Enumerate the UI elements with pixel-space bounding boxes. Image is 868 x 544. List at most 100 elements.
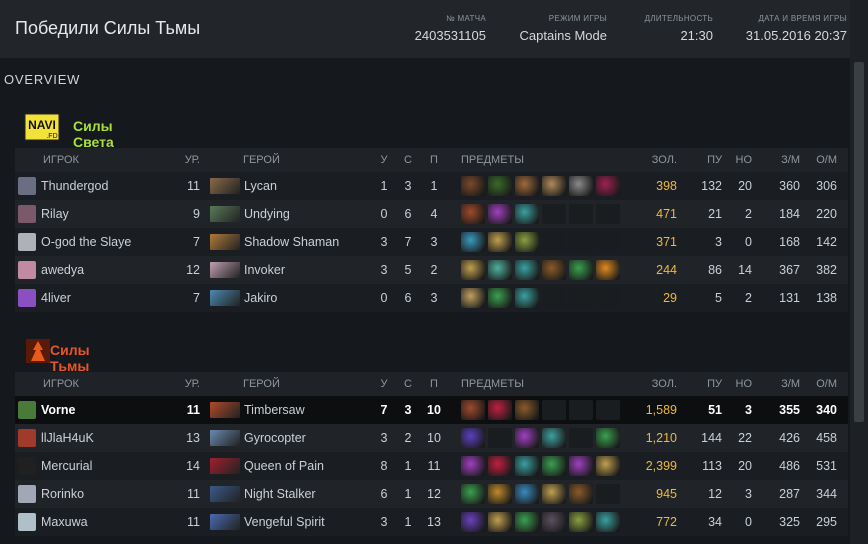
item-icon[interactable]: [515, 456, 539, 476]
item-icon[interactable]: [515, 176, 539, 196]
player-name[interactable]: llJlaH4uK: [41, 424, 176, 452]
item-icon[interactable]: [461, 204, 485, 224]
item-icon[interactable]: [515, 288, 539, 308]
item-icon[interactable]: [515, 400, 539, 420]
player-row[interactable]: Thundergod Lycan 11 1 3 1 398 132 20 360 306: [15, 172, 848, 200]
radiant-header-last-hits[interactable]: ПУ: [690, 148, 722, 172]
item-icon[interactable]: [515, 512, 539, 532]
item-icon[interactable]: [515, 204, 539, 224]
item-icon[interactable]: [461, 232, 485, 252]
dire-header-hero[interactable]: ГЕРОЙ: [243, 372, 323, 396]
player-name[interactable]: Vorne: [41, 396, 176, 424]
player-row[interactable]: Rilay Undying 9 0 6 4 471 21 2 184 220: [15, 200, 848, 228]
radiant-header-hero[interactable]: ГЕРОЙ: [243, 148, 323, 172]
dire-header-gold[interactable]: ЗОЛ.: [635, 372, 677, 396]
item-icon[interactable]: [461, 176, 485, 196]
dire-header-items[interactable]: ПРЕДМЕТЫ: [461, 372, 541, 396]
dire-header-gpm[interactable]: З/М: [765, 372, 800, 396]
player-name[interactable]: Rilay: [41, 200, 176, 228]
radiant-header-player[interactable]: ИГРОК: [43, 148, 123, 172]
item-icon[interactable]: [542, 456, 566, 476]
player-name[interactable]: Rorinko: [41, 480, 176, 508]
item-icon[interactable]: [461, 484, 485, 504]
scrollbar[interactable]: [850, 0, 868, 544]
radiant-header-gpm[interactable]: З/М: [765, 148, 800, 172]
item-icon[interactable]: [596, 428, 620, 448]
player-name[interactable]: awedya: [41, 256, 176, 284]
hero-name[interactable]: Shadow Shaman: [244, 228, 369, 256]
radiant-header-denies[interactable]: НО: [727, 148, 753, 172]
item-icon[interactable]: [488, 512, 512, 532]
overview-tab[interactable]: OVERVIEW: [4, 72, 80, 87]
item-icon[interactable]: [569, 484, 593, 504]
item-icon[interactable]: [515, 232, 539, 252]
radiant-header-items[interactable]: ПРЕДМЕТЫ: [461, 148, 541, 172]
item-icon[interactable]: [596, 512, 620, 532]
hero-name[interactable]: Night Stalker: [244, 480, 369, 508]
dire-header-assists[interactable]: П: [423, 372, 445, 396]
item-icon[interactable]: [488, 400, 512, 420]
item-icon[interactable]: [515, 428, 539, 448]
radiant-header-kills[interactable]: У: [375, 148, 393, 172]
item-icon[interactable]: [461, 456, 485, 476]
hero-name[interactable]: Timbersaw: [244, 396, 369, 424]
item-icon[interactable]: [542, 512, 566, 532]
scrollbar-thumb[interactable]: [854, 62, 864, 422]
player-row[interactable]: O-god the Slaye Shadow Shaman 7 3 7 3 371 3 0 168…: [15, 228, 848, 256]
item-icon[interactable]: [488, 260, 512, 280]
item-icon[interactable]: [569, 512, 593, 532]
item-icon[interactable]: [488, 176, 512, 196]
hero-name[interactable]: Jakiro: [244, 284, 369, 312]
item-icon[interactable]: [569, 176, 593, 196]
item-icon[interactable]: [461, 288, 485, 308]
radiant-header-deaths[interactable]: С: [399, 148, 417, 172]
radiant-header-xpm[interactable]: О/М: [805, 148, 837, 172]
item-icon[interactable]: [488, 232, 512, 252]
dire-header-kills[interactable]: У: [375, 372, 393, 396]
hero-name[interactable]: Undying: [244, 200, 369, 228]
item-icon[interactable]: [569, 260, 593, 280]
player-row[interactable]: Rorinko Night Stalker 11 6 1 12 945 12 3 287 344: [15, 480, 848, 508]
player-name[interactable]: O-god the Slaye: [41, 228, 176, 256]
item-icon[interactable]: [515, 484, 539, 504]
item-icon[interactable]: [488, 288, 512, 308]
item-icon[interactable]: [569, 456, 593, 476]
hero-name[interactable]: Gyrocopter: [244, 424, 369, 452]
radiant-header-gold[interactable]: ЗОЛ.: [635, 148, 677, 172]
hero-name[interactable]: Invoker: [244, 256, 369, 284]
player-name[interactable]: Thundergod: [41, 172, 176, 200]
player-name[interactable]: 4liver: [41, 284, 176, 312]
player-row[interactable]: Vorne Timbersaw 11 7 3 10 1,589 51 3 355 340: [15, 396, 848, 424]
player-name[interactable]: Mercurial: [41, 452, 176, 480]
player-name[interactable]: Maxuwa: [41, 508, 176, 536]
item-icon[interactable]: [461, 428, 485, 448]
hero-name[interactable]: Lycan: [244, 172, 369, 200]
dire-header-deaths[interactable]: С: [399, 372, 417, 396]
hero-name[interactable]: Queen of Pain: [244, 452, 369, 480]
item-icon[interactable]: [542, 484, 566, 504]
dire-header-denies[interactable]: НО: [727, 372, 753, 396]
radiant-header-assists[interactable]: П: [423, 148, 445, 172]
player-row[interactable]: llJlaH4uK Gyrocopter 13 3 2 10 1,210 144 22 426 45…: [15, 424, 848, 452]
item-icon[interactable]: [542, 428, 566, 448]
item-icon[interactable]: [461, 512, 485, 532]
item-icon[interactable]: [515, 260, 539, 280]
dire-header-level[interactable]: УР.: [180, 372, 200, 396]
radiant-header-level[interactable]: УР.: [180, 148, 200, 172]
item-icon[interactable]: [461, 400, 485, 420]
hero-name[interactable]: Vengeful Spirit: [244, 508, 369, 536]
item-icon[interactable]: [488, 456, 512, 476]
item-icon[interactable]: [542, 176, 566, 196]
item-icon[interactable]: [596, 176, 620, 196]
player-row[interactable]: 4liver Jakiro 7 0 6 3 29 5 2 131 138: [15, 284, 848, 312]
dire-header-last-hits[interactable]: ПУ: [690, 372, 722, 396]
player-row[interactable]: Mercurial Queen of Pain 14 8 1 11 2,399 113 20 48…: [15, 452, 848, 480]
dire-header-xpm[interactable]: О/М: [805, 372, 837, 396]
item-icon[interactable]: [488, 204, 512, 224]
item-icon[interactable]: [461, 260, 485, 280]
item-icon[interactable]: [596, 260, 620, 280]
item-icon[interactable]: [488, 484, 512, 504]
player-row[interactable]: awedya Invoker 12 3 5 2 244 86 14 367 382: [15, 256, 848, 284]
dire-header-player[interactable]: ИГРОК: [43, 372, 123, 396]
player-row[interactable]: Maxuwa Vengeful Spirit 11 3 1 13 772 34 0 325 295: [15, 508, 848, 536]
